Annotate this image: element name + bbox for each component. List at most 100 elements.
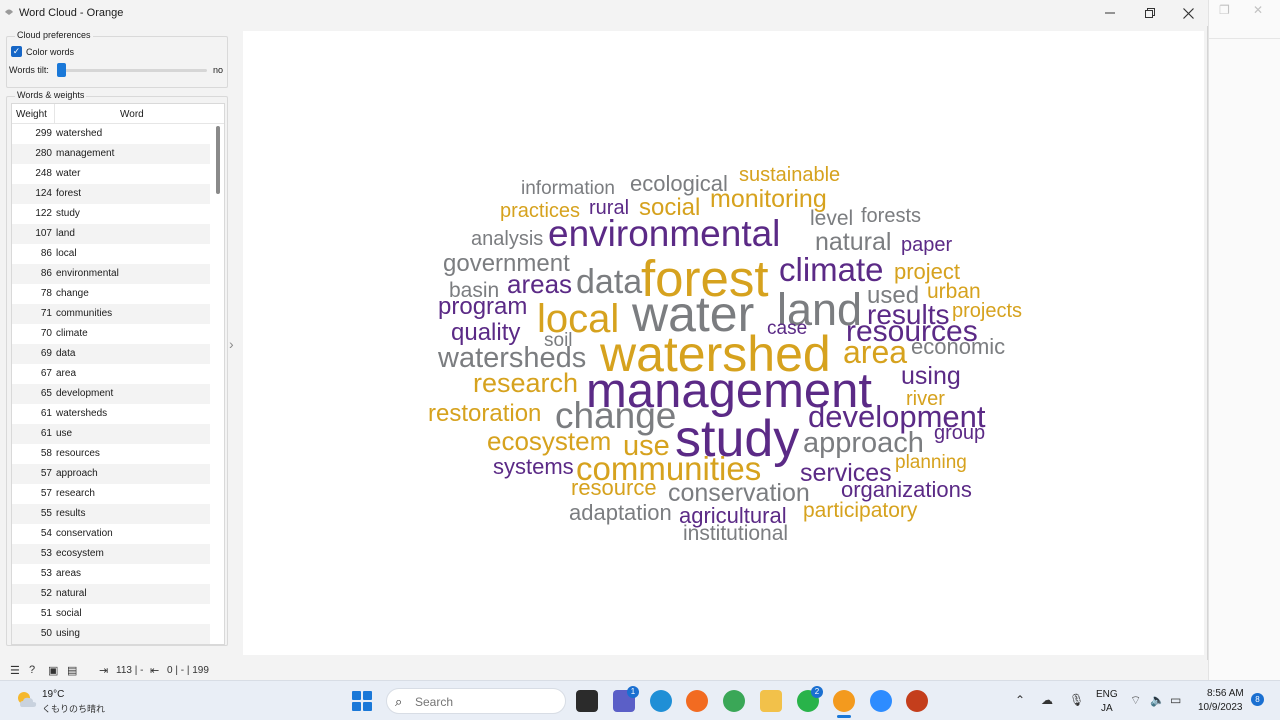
volume-icon[interactable]: 🔈	[1150, 693, 1165, 707]
close-button[interactable]	[1170, 0, 1206, 26]
column-header-weight[interactable]: Weight	[16, 109, 47, 120]
word-cell: change	[56, 288, 89, 299]
table-row[interactable]: 61 watersheds	[12, 404, 210, 424]
microphone-icon[interactable]: 🎙	[1069, 693, 1084, 707]
file-explorer-icon[interactable]	[760, 690, 782, 712]
table-row[interactable]: 51 social	[12, 604, 210, 624]
table-row[interactable]: 86 environmental	[12, 264, 210, 284]
word-cell: communities	[56, 308, 113, 319]
cloud-word[interactable]: group	[934, 423, 985, 443]
cloud-word[interactable]: environmental	[548, 215, 780, 252]
table-row[interactable]: 78 change	[12, 284, 210, 304]
cloud-word[interactable]: analysis	[471, 229, 543, 249]
collapse-panel-chevron-icon[interactable]: ›	[229, 336, 234, 352]
table-row[interactable]: 57 research	[12, 484, 210, 504]
zoom-icon[interactable]	[870, 690, 892, 712]
orange-icon[interactable]	[833, 690, 855, 712]
table-row[interactable]: 107 land	[12, 224, 210, 244]
color-words-label: Color words	[26, 46, 75, 57]
table-row[interactable]: 52 natural	[12, 584, 210, 604]
chevron-up-icon[interactable]: ⌃	[1015, 693, 1025, 707]
table-row[interactable]: 58 resources	[12, 444, 210, 464]
cloud-word[interactable]: paper	[901, 235, 952, 255]
background-window: ❐ ✕	[1208, 0, 1280, 680]
cloud-word[interactable]: sustainable	[739, 165, 840, 185]
battery-icon[interactable]: ▭	[1170, 693, 1181, 707]
taskbar-search[interactable]: ⌕	[386, 688, 566, 714]
table-row[interactable]: 69 data	[12, 344, 210, 364]
search-icon: ⌕	[395, 694, 403, 709]
table-row[interactable]: 53 areas	[12, 564, 210, 584]
table-row[interactable]: 61 use	[12, 424, 210, 444]
cloud-word[interactable]: information	[521, 179, 615, 198]
cloud-word[interactable]: planning	[895, 453, 967, 472]
task-view-icon[interactable]	[576, 690, 598, 712]
maximize-button[interactable]	[1132, 0, 1168, 26]
save-icon[interactable]: ▣	[48, 664, 58, 677]
table-row[interactable]: 122 study	[12, 204, 210, 224]
firefox-icon[interactable]	[686, 690, 708, 712]
language-primary[interactable]: ENG	[1096, 689, 1118, 700]
notification-badge[interactable]: 8	[1251, 693, 1264, 706]
words-weights-box: Words & weights Weight Word 299 watershed…	[6, 90, 228, 646]
cloud-word[interactable]: systems	[493, 456, 574, 478]
weight-cell: 57	[40, 488, 52, 499]
words-tilt-slider-thumb[interactable]	[57, 63, 66, 77]
table-row[interactable]: 55 results	[12, 504, 210, 524]
words-tilt-label: Words tilt:	[9, 65, 49, 75]
table-row[interactable]: 50 using	[12, 624, 210, 644]
control-panel: Cloud preferences ✓ Color words Words ti…	[4, 28, 230, 650]
table-row[interactable]: 124 forest	[12, 184, 210, 204]
teams-icon[interactable]: 1	[613, 686, 639, 712]
cloud-word[interactable]: resource	[571, 477, 657, 499]
onedrive-icon[interactable]: ☁	[1041, 693, 1053, 707]
partly-cloudy-icon[interactable]	[16, 690, 38, 710]
cloud-word[interactable]: forests	[861, 206, 921, 226]
cloud-word[interactable]: level	[810, 208, 853, 229]
powerpoint-icon[interactable]	[906, 690, 928, 712]
table-row[interactable]: 67 area	[12, 364, 210, 384]
cloud-word[interactable]: participatory	[803, 500, 917, 521]
chrome-icon[interactable]	[723, 690, 745, 712]
cloud-word[interactable]: program	[438, 295, 527, 319]
weight-cell: 248	[35, 168, 52, 179]
start-windows-icon[interactable]	[352, 691, 372, 711]
cloud-word[interactable]: research	[473, 370, 578, 397]
minimize-button[interactable]	[1092, 0, 1128, 26]
help-icon[interactable]: ?	[29, 664, 35, 676]
report-icon[interactable]: ▤	[67, 664, 77, 677]
table-row[interactable]: 280 management	[12, 144, 210, 164]
table-row[interactable]: 86 local	[12, 244, 210, 264]
words-table[interactable]: Weight Word 299 watershed 280 management 248…	[11, 103, 225, 645]
whatsapp-icon[interactable]: 2	[797, 686, 823, 712]
table-row[interactable]: 65 development	[12, 384, 210, 404]
edge-icon[interactable]	[650, 690, 672, 712]
menu-icon[interactable]: ☰	[10, 664, 20, 677]
wifi-icon[interactable]: ⌔	[1130, 693, 1141, 708]
cloud-word[interactable]: institutional	[683, 523, 788, 544]
table-row[interactable]: 299 watershed	[12, 124, 210, 144]
weight-cell: 86	[40, 268, 52, 279]
background-restore-icon: ❐	[1219, 3, 1230, 17]
table-row[interactable]: 70 climate	[12, 324, 210, 344]
cloud-word[interactable]: economic	[911, 336, 1005, 358]
taskbar-search-input[interactable]	[415, 693, 555, 711]
clock-date[interactable]: 10/9/2023	[1198, 702, 1243, 713]
table-row[interactable]: 54 conservation	[12, 524, 210, 544]
clock-time[interactable]: 8:56 AM	[1207, 688, 1244, 699]
words-tilt-slider-track[interactable]	[57, 69, 207, 72]
table-row[interactable]: 53 ecosystem	[12, 544, 210, 564]
cloud-word[interactable]: adaptation	[569, 502, 672, 524]
cloud-word[interactable]: restoration	[428, 402, 541, 426]
language-secondary[interactable]: JA	[1101, 703, 1113, 714]
cloud-word[interactable]: organizations	[841, 479, 972, 501]
table-row[interactable]: 57 approach	[12, 464, 210, 484]
color-words-checkbox[interactable]: ✓ Color words	[11, 46, 74, 57]
weight-cell: 86	[40, 248, 52, 259]
cloud-word[interactable]: using	[901, 364, 961, 389]
column-header-word[interactable]: Word	[120, 109, 144, 120]
table-row[interactable]: 248 water	[12, 164, 210, 184]
table-row[interactable]: 71 communities	[12, 304, 210, 324]
word-cell: data	[56, 348, 76, 359]
table-scrollbar[interactable]	[216, 126, 220, 194]
